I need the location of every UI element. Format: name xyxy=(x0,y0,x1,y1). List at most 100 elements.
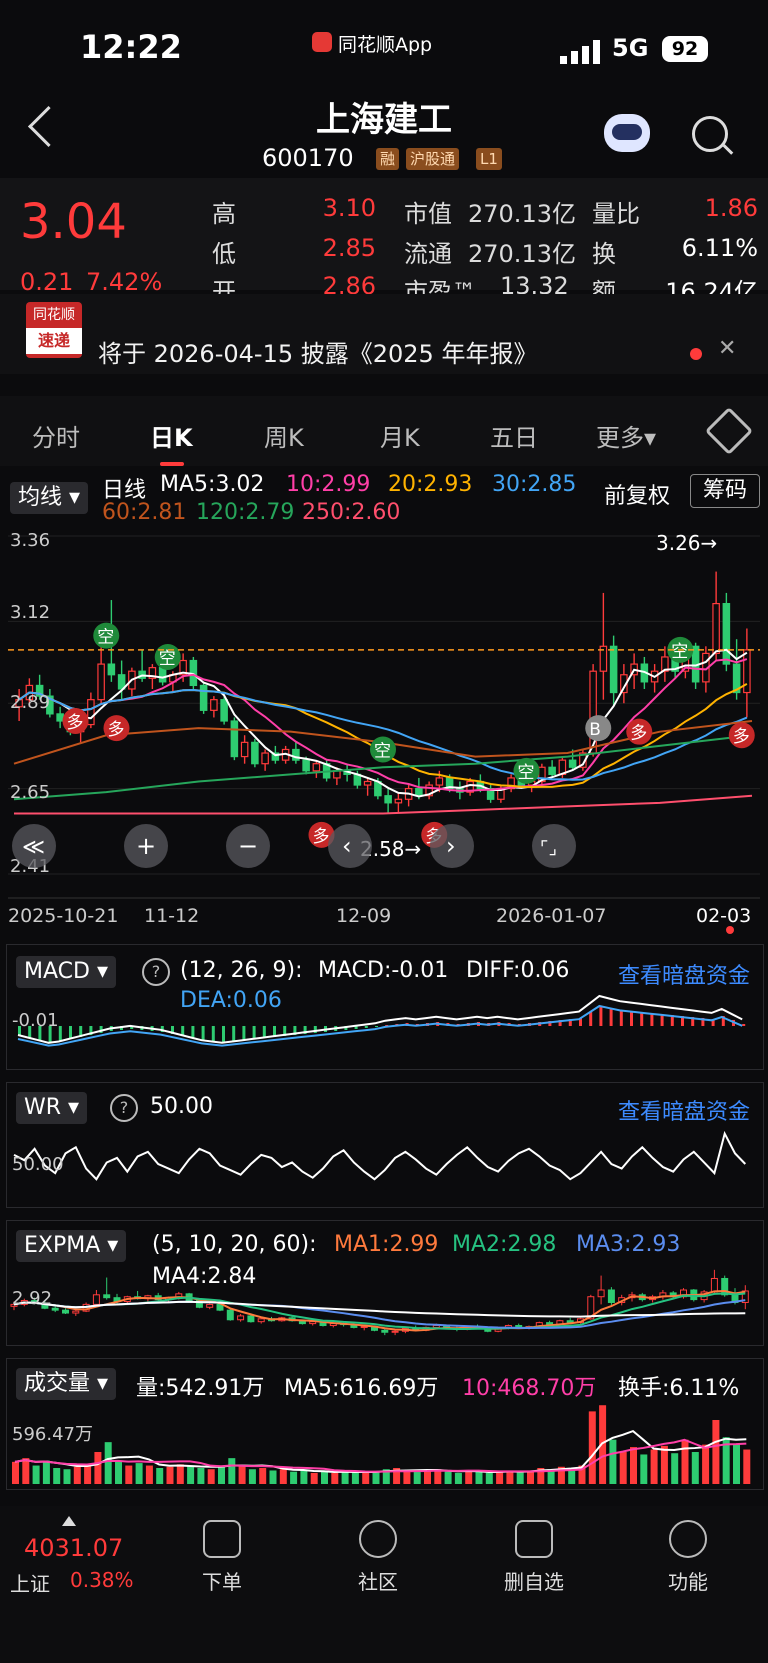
nav-order-label: 下单 xyxy=(202,1570,242,1594)
turnover-label: 换 xyxy=(592,240,616,268)
tab-monthly-k[interactable]: 月K xyxy=(380,418,420,453)
y-tick: -0.01 xyxy=(12,1010,59,1031)
wr-selector[interactable]: WR ▾ xyxy=(16,1092,88,1124)
active-tab-indicator xyxy=(160,462,184,466)
float-cap-value: 270.13亿 xyxy=(468,240,576,268)
volume-bar xyxy=(42,1460,50,1484)
indicator-selector[interactable]: 均线 ▾ xyxy=(10,482,89,514)
stock-code: 600170 xyxy=(262,144,354,172)
x-tick: 2025-10-21 xyxy=(8,905,118,924)
volume-bar xyxy=(650,1449,658,1484)
volume-bar xyxy=(321,1471,328,1484)
tab-intraday[interactable]: 分时 xyxy=(32,418,80,453)
candle xyxy=(97,663,105,701)
dark-pool-link[interactable]: 查看暗盘资金 xyxy=(618,958,750,990)
volume-bar xyxy=(290,1471,298,1484)
macd-selector[interactable]: MACD ▾ xyxy=(16,956,116,988)
expma-candle xyxy=(226,1309,234,1321)
robot-assistant-icon[interactable] xyxy=(604,114,650,152)
high-value: 3.10 xyxy=(322,194,376,222)
candle xyxy=(722,602,731,665)
close-icon[interactable]: ✕ xyxy=(718,336,736,361)
ma250-line xyxy=(14,794,753,815)
dark-pool-link[interactable]: 查看暗盘资金 xyxy=(618,1094,750,1126)
y-tick: 2.89 xyxy=(10,692,50,713)
tab-weekly-k[interactable]: 周K xyxy=(264,418,304,453)
tab-five-day[interactable]: 五日 xyxy=(490,418,538,453)
index-value[interactable]: 4031.07 xyxy=(24,1534,123,1562)
macd-value: MACD:-0.01 xyxy=(318,958,449,983)
volume-value: 量:542.91万 xyxy=(136,1376,265,1401)
volume-bar xyxy=(362,1472,370,1484)
expma-candle xyxy=(72,1310,80,1314)
volume-bar xyxy=(269,1470,277,1484)
help-icon[interactable]: ? xyxy=(142,958,170,986)
expma-ma2: MA2:2.98 xyxy=(452,1232,557,1257)
volume-bar xyxy=(351,1471,359,1484)
signal-label: 空 xyxy=(671,642,688,662)
tab-daily-k[interactable]: 日K xyxy=(150,418,193,453)
signal-label: 空 xyxy=(159,649,176,669)
macd-bar xyxy=(640,1012,644,1026)
signal-icon xyxy=(560,40,600,64)
macd-bar xyxy=(599,1006,603,1026)
expma-chart: 2.92 xyxy=(10,1269,749,1336)
scroll-left-icon: ≪ xyxy=(22,835,45,860)
adjust-mode[interactable]: 前复权 xyxy=(604,478,670,510)
macd-bar xyxy=(242,1026,246,1040)
volume-bar xyxy=(32,1465,40,1484)
y-tick: 2.92 xyxy=(12,1288,52,1309)
macd-bar xyxy=(589,1012,593,1026)
ma5-value: MA5:3.02 xyxy=(160,472,265,497)
nav-functions[interactable]: 功能 xyxy=(648,1520,728,1595)
volume-bar xyxy=(248,1469,256,1484)
volume-bar xyxy=(125,1465,133,1484)
latest-marker-dot xyxy=(726,926,734,934)
kline-chart[interactable]: 空多空多空多空多B空多多 3.36 3.12 2.89 2.65 2.41 3.… xyxy=(0,524,768,924)
volume-bar xyxy=(115,1460,122,1484)
index-pct: 0.38% xyxy=(70,1568,134,1592)
volume-bar xyxy=(516,1471,524,1484)
volume-bar xyxy=(84,1465,92,1484)
signal-label: 空 xyxy=(97,628,114,648)
macd-bar xyxy=(69,1026,72,1039)
news-text[interactable]: 将于 2026-04-15 披露《2025 年年报》 xyxy=(98,334,537,369)
tab-more[interactable]: 更多▾ xyxy=(596,418,656,453)
chips-button[interactable]: 筹码 xyxy=(690,474,760,508)
price-change: 0.21 xyxy=(20,268,74,296)
expma-candle xyxy=(710,1277,718,1293)
help-icon[interactable]: ? xyxy=(110,1094,138,1122)
expma-candle xyxy=(92,1294,100,1305)
wr-line xyxy=(13,1130,747,1181)
volume-selector[interactable]: 成交量 ▾ xyxy=(16,1368,117,1400)
x-tick: 2026-01-07 xyxy=(496,905,606,924)
volume-bar xyxy=(660,1445,668,1484)
expma-candle xyxy=(381,1329,389,1333)
volume-bar xyxy=(22,1458,30,1484)
expma-selector[interactable]: EXPMA ▾ xyxy=(16,1230,127,1262)
macd-chart: -0.01 xyxy=(12,994,746,1047)
volume-bar xyxy=(609,1439,617,1484)
news-badge-bottom: 速递 xyxy=(26,328,82,354)
candle xyxy=(548,766,556,775)
search-icon[interactable] xyxy=(692,116,728,152)
nav-order[interactable]: 下单 xyxy=(182,1520,262,1595)
y-tick: 50.00 xyxy=(12,1154,64,1175)
volume-bar xyxy=(640,1454,648,1484)
candle xyxy=(56,713,64,722)
macd-bar xyxy=(630,1011,633,1026)
volume-title: 成交量 xyxy=(24,1371,91,1396)
volume-bar xyxy=(207,1469,215,1484)
nav-community[interactable]: 社区 xyxy=(338,1520,418,1595)
status-bar: 12:22 同花顺App 5G 92 xyxy=(0,0,768,90)
volume-bar xyxy=(588,1411,596,1484)
nav-remove-watchlist[interactable]: 删自选 xyxy=(494,1520,574,1595)
volume-bar xyxy=(331,1472,339,1484)
ma120-value: 120:2.79 xyxy=(196,500,295,525)
volume-bar xyxy=(496,1471,504,1484)
volume-bar xyxy=(630,1447,637,1484)
volume-bar xyxy=(197,1468,205,1484)
macd-bar xyxy=(191,1026,195,1038)
volume-bar xyxy=(310,1472,318,1484)
volume-bar xyxy=(403,1470,411,1484)
